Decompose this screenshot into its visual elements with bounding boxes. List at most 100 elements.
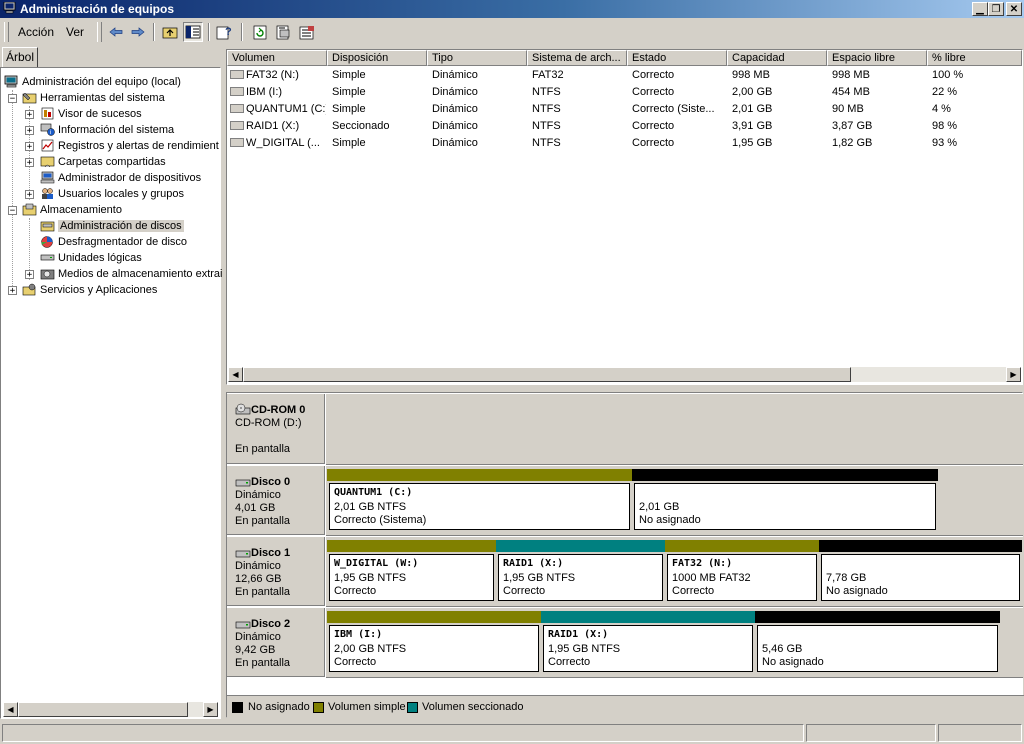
tree-scroll-left-button[interactable]: ◀ <box>3 702 18 717</box>
tree-item-system-info[interactable]: i Información del sistema <box>39 122 174 138</box>
cdrom-icon <box>235 403 251 415</box>
title-bar[interactable]: Administración de equipos ▁ ❐ ✕ <box>0 0 1024 18</box>
disk-icon <box>235 621 251 628</box>
tree-item-storage[interactable]: Almacenamiento <box>21 202 122 218</box>
table-row[interactable]: W_DIGITAL (... Simple Dinámico NTFS Corr… <box>227 135 1024 152</box>
partition-ibm-i[interactable]: IBM (I:) 2,00 GB NTFS Correcto <box>327 611 541 674</box>
expand-toggle[interactable]: + <box>25 190 34 200</box>
partition-w-digital[interactable]: W_DIGITAL (W:) 1,95 GB NTFS Correcto <box>327 540 496 603</box>
disk1-type: Dinámico <box>235 560 281 572</box>
disk-label-cdrom[interactable]: CD-ROM 0 CD-ROM (D:) En pantalla <box>227 394 325 464</box>
table-row[interactable]: IBM (I:) Simple Dinámico NTFS Correcto 2… <box>227 84 1024 101</box>
collapse-toggle[interactable]: − <box>8 206 17 216</box>
restore-button[interactable]: ❐ <box>988 2 1004 16</box>
tree-item-device-manager[interactable]: Administrador de dispositivos <box>39 170 201 186</box>
table-row[interactable]: RAID1 (X:) Seccionado Dinámico NTFS Corr… <box>227 118 1024 135</box>
table-row[interactable]: FAT32 (N:) Simple Dinámico FAT32 Correct… <box>227 67 1024 84</box>
properties-button[interactable] <box>273 22 293 42</box>
column-header-disposicion[interactable]: Disposición <box>327 50 427 66</box>
tree-item-removable-storage[interactable]: Medios de almacenamiento extrai <box>39 266 222 282</box>
column-header-capacidad[interactable]: Capacidad <box>727 50 827 66</box>
partition-raid1-disk2[interactable]: RAID1 (X:) 1,95 GB NTFS Correcto <box>541 611 755 674</box>
disk1-status: En pantalla <box>235 586 291 598</box>
tree-item-logical-drives[interactable]: Unidades lógicas <box>39 250 142 266</box>
partition-name: RAID1 (X:) <box>548 629 609 640</box>
partition-disk0-unallocated[interactable]: 2,01 GB No asignado <box>632 469 938 532</box>
partition-disk2-unallocated[interactable]: 5,46 GB No asignado <box>755 611 1000 674</box>
cdrom-empty-area[interactable] <box>326 394 1023 465</box>
tree-item-event-viewer[interactable]: Visor de sucesos <box>39 106 142 122</box>
partition-box: RAID1 (X:) 1,95 GB NTFS Correcto <box>498 554 663 601</box>
cell-capacidad: 2,01 GB <box>732 103 773 115</box>
menu-accion[interactable]: Acción <box>18 25 54 39</box>
partition-fat32[interactable]: FAT32 (N:) 1000 MB FAT32 Correcto <box>665 540 819 603</box>
partition-size: 1,95 GB NTFS <box>334 572 407 584</box>
tab-arbol[interactable]: Árbol <box>2 47 38 67</box>
column-header-espacio-libre[interactable]: Espacio libre <box>827 50 927 66</box>
tree-line <box>12 90 13 290</box>
forward-button[interactable] <box>128 22 148 42</box>
expand-toggle[interactable]: + <box>25 126 34 136</box>
help-button[interactable]: ? <box>214 22 234 42</box>
menu-grip[interactable] <box>4 22 9 42</box>
tree-item-local-users[interactable]: Usuarios locales y grupos <box>39 186 184 202</box>
cell-sistema: NTFS <box>532 120 561 132</box>
partition-box: 7,78 GB No asignado <box>821 554 1020 601</box>
list-scroll-left-button[interactable]: ◀ <box>228 367 243 382</box>
column-header-porcentaje-libre[interactable]: % libre <box>927 50 1022 66</box>
minimize-button[interactable]: ▁ <box>972 2 988 16</box>
show-hide-tree-button[interactable] <box>183 22 203 42</box>
menu-ver[interactable]: Ver <box>66 25 84 39</box>
tree-item-services-apps[interactable]: Servicios y Aplicaciones <box>21 282 157 298</box>
tree-item-label: Administración del equipo (local) <box>22 76 181 88</box>
expand-toggle[interactable]: + <box>25 270 34 280</box>
disk1-title: Disco 1 <box>251 547 291 559</box>
tree-hscroll-thumb[interactable] <box>18 702 188 717</box>
unallocated-bar <box>632 469 938 481</box>
tree-item-shared-folders[interactable]: Carpetas compartidas <box>39 154 166 170</box>
tree-item-defragmenter[interactable]: Desfragmentador de disco <box>39 234 187 250</box>
partition-raid1-disk1[interactable]: RAID1 (X:) 1,95 GB NTFS Correcto <box>496 540 665 603</box>
export-list-button[interactable] <box>297 22 317 42</box>
tree-item-disk-management[interactable]: Administración de discos <box>39 218 184 234</box>
partition-disk1-unallocated[interactable]: 7,78 GB No asignado <box>819 540 1022 603</box>
expand-toggle[interactable]: + <box>25 158 34 168</box>
cell-disposicion: Simple <box>332 69 366 81</box>
defragmenter-icon <box>39 235 55 249</box>
disk-label-2[interactable]: Disco 2 Dinámico 9,42 GB En pantalla <box>227 608 325 677</box>
refresh-button[interactable] <box>250 22 270 42</box>
column-header-volumen[interactable]: Volumen <box>227 50 327 66</box>
disk0-type: Dinámico <box>235 489 281 501</box>
disk-label-0[interactable]: Disco 0 Dinámico 4,01 GB En pantalla <box>227 466 325 535</box>
column-header-tipo[interactable]: Tipo <box>427 50 527 66</box>
back-button[interactable] <box>106 22 126 42</box>
cell-sistema: FAT32 <box>532 69 564 81</box>
cell-disposicion: Simple <box>332 86 366 98</box>
collapse-toggle[interactable]: − <box>8 94 17 104</box>
table-row[interactable]: QUANTUM1 (C:) Simple Dinámico NTFS Corre… <box>227 101 1024 118</box>
left-arrow-icon: ◀ <box>232 370 239 379</box>
pane-splitter[interactable] <box>226 386 1023 391</box>
tree-item-performance-logs[interactable]: Registros y alertas de rendimient <box>39 138 219 154</box>
expand-toggle[interactable]: + <box>8 286 17 296</box>
expand-toggle[interactable]: + <box>25 110 34 120</box>
tree-item-system-tools[interactable]: Herramientas del sistema <box>21 90 165 106</box>
cell-sistema: NTFS <box>532 137 561 149</box>
column-header-estado[interactable]: Estado <box>627 50 727 66</box>
tree-item-computer-management[interactable]: Administración del equipo (local) <box>3 74 181 90</box>
toolbar-grip[interactable] <box>97 22 102 42</box>
partition-quantum1-c[interactable]: QUANTUM1 (C:) 2,01 GB NTFS Correcto (Sis… <box>327 469 632 532</box>
column-header-sistema-archivos[interactable]: Sistema de arch... <box>527 50 627 66</box>
close-button[interactable]: ✕ <box>1006 2 1022 16</box>
up-one-level-button[interactable] <box>160 22 180 42</box>
tree-scroll-right-button[interactable]: ▶ <box>203 702 218 717</box>
cell-espacio-libre: 3,87 GB <box>832 120 873 132</box>
expand-toggle[interactable]: + <box>25 142 34 152</box>
left-arrow-icon: ◀ <box>7 705 14 714</box>
performance-logs-icon <box>39 139 55 153</box>
volume-icon <box>230 70 244 79</box>
list-hscroll-thumb[interactable] <box>243 367 851 382</box>
disk-label-1[interactable]: Disco 1 Dinámico 12,66 GB En pantalla <box>227 537 325 606</box>
list-scroll-right-button[interactable]: ▶ <box>1006 367 1021 382</box>
disk1-size: 12,66 GB <box>235 573 282 585</box>
